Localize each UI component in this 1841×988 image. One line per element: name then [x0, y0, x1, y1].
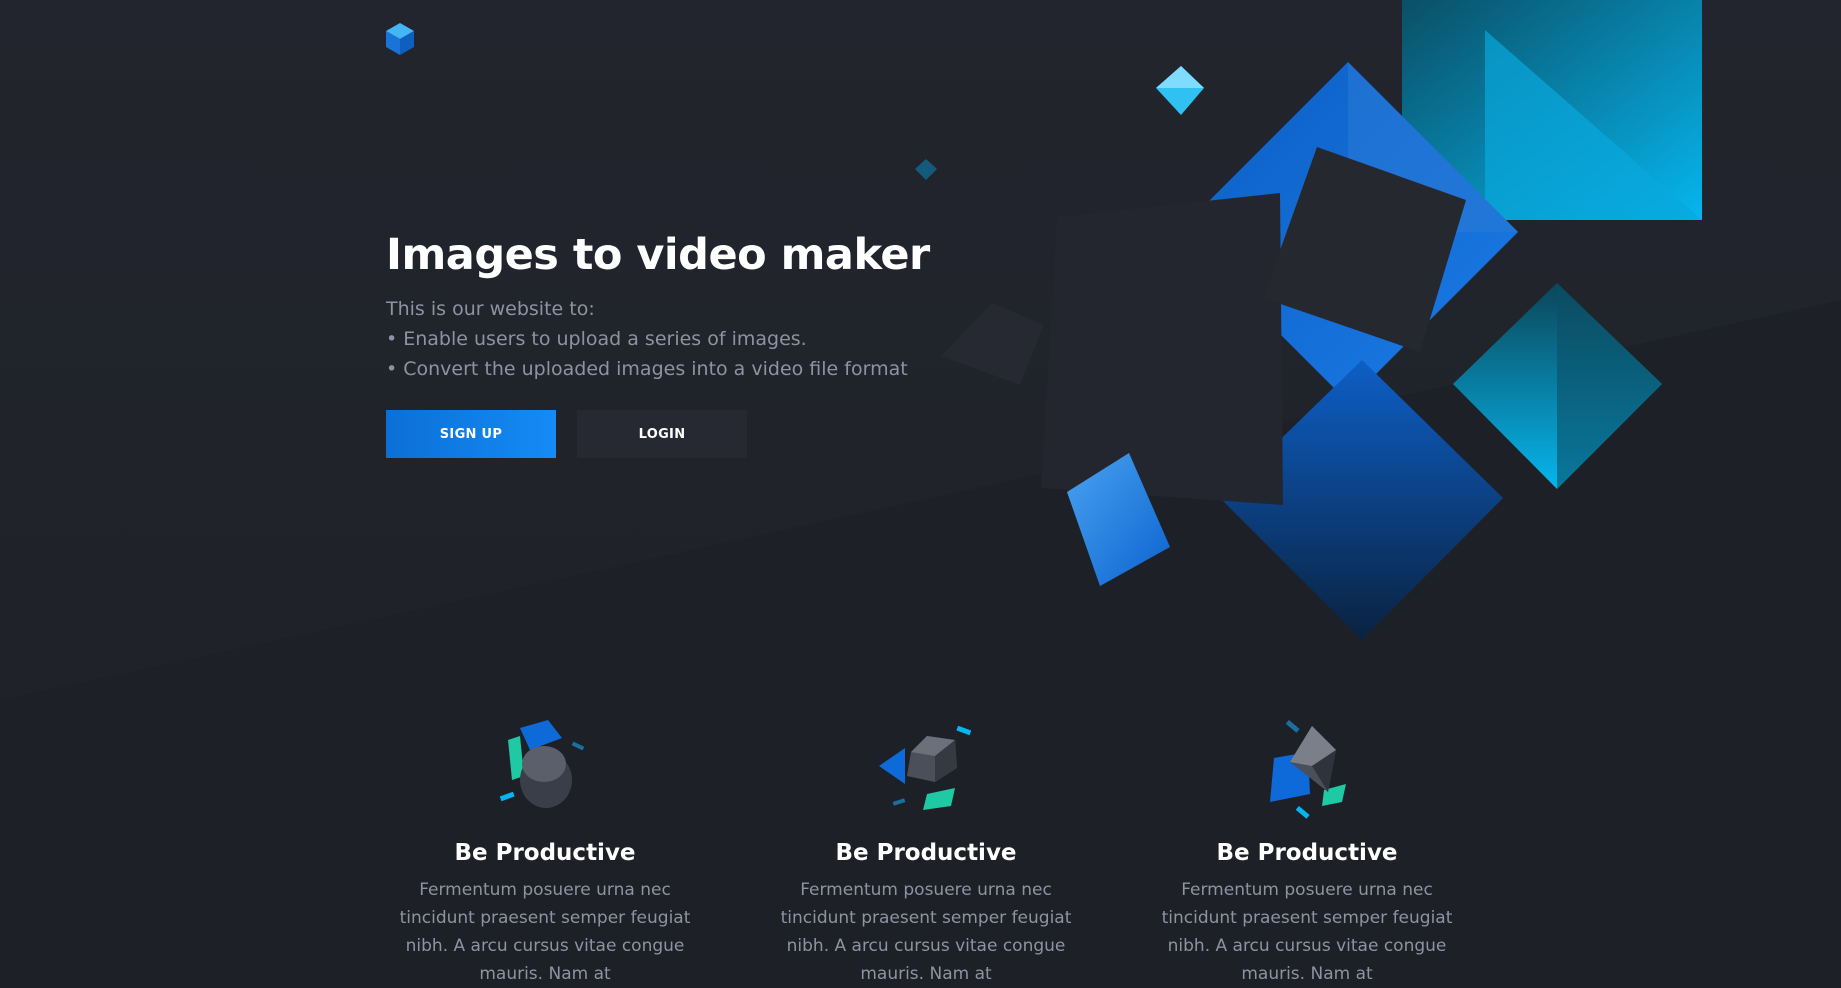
feature-title: Be Productive [454, 840, 636, 866]
cube-shapes-icon [879, 725, 972, 810]
login-button[interactable]: LOGIN [577, 410, 747, 458]
feature-text: Fermentum posuere urna nec tincidunt pra… [399, 880, 691, 984]
feature-card: Be Productive Fermentum posuere urna nec… [365, 710, 725, 988]
feature-text: Fermentum posuere urna nec tincidunt pra… [780, 880, 1072, 984]
features-section: Be Productive Fermentum posuere urna nec… [365, 710, 1515, 984]
feature-title: Be Productive [1216, 840, 1398, 866]
hero-bullet: • Enable users to upload a series of ima… [386, 328, 807, 350]
hero-geometric-illustration [915, 0, 1702, 640]
feature-card: Be Productive Fermentum posuere urna nec… [1127, 710, 1487, 988]
feature-text: Fermentum posuere urna nec tincidunt pra… [1161, 880, 1453, 984]
hero-title: Images to video maker [386, 230, 930, 280]
feature-title: Be Productive [835, 840, 1017, 866]
signup-button[interactable]: SIGN UP [386, 410, 556, 458]
logo-cube-icon[interactable] [385, 22, 415, 56]
pyramid-shapes-icon [1270, 719, 1346, 819]
hero-description: This is our website to: • Enable users t… [386, 294, 946, 384]
cylinder-shapes-icon [499, 720, 585, 808]
hero-intro: This is our website to: [386, 298, 595, 320]
hero-bullet: • Convert the uploaded images into a vid… [386, 358, 908, 380]
hero-section: Images to video maker This is our websit… [386, 226, 946, 384]
feature-card: Be Productive Fermentum posuere urna nec… [746, 710, 1106, 988]
